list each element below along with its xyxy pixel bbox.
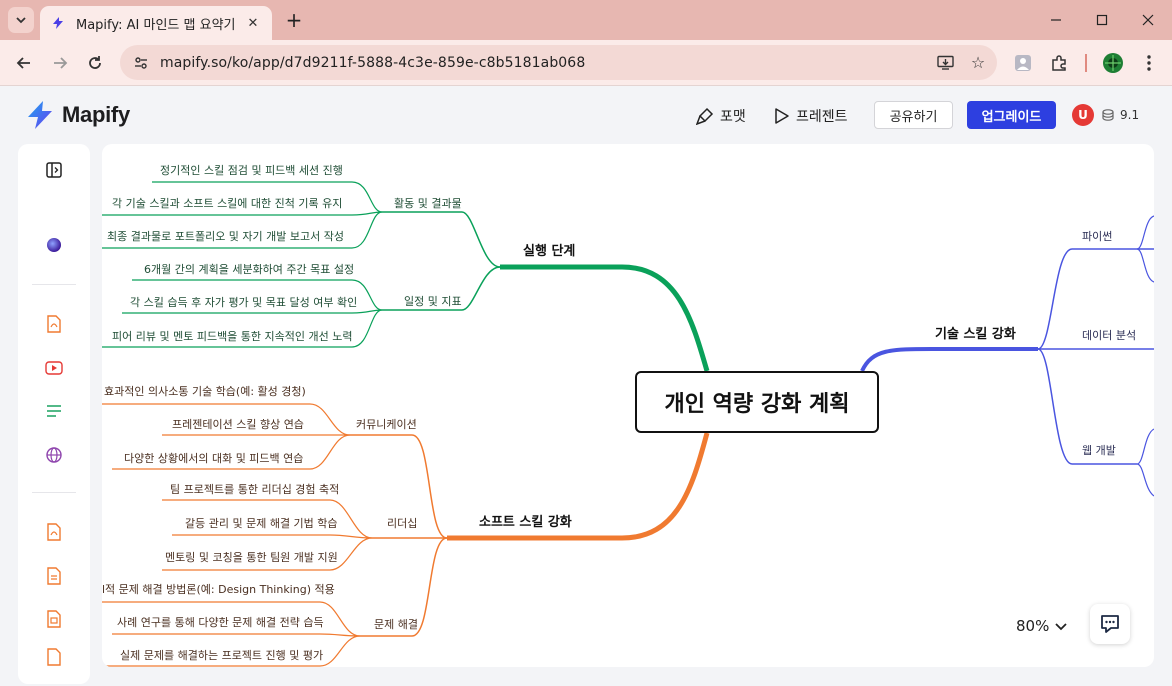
browser-tab-strip: Mapify: AI 마인드 맵 요약기 ✕ + [0, 0, 1172, 40]
leaf-node[interactable]: 피어 리뷰 및 멘토 피드백을 통한 지속적인 개선 노력 [112, 330, 353, 344]
present-button[interactable]: 프레젠트 [774, 102, 848, 130]
url-text: mapify.so/ko/app/d7d9211f-5888-4c3e-859e… [160, 54, 586, 71]
share-button[interactable]: 공유하기 [874, 101, 953, 129]
subbranch-node[interactable]: 커뮤니케이션 [356, 418, 417, 432]
brand-name: Mapify [62, 102, 130, 127]
chat-button[interactable] [1090, 604, 1130, 644]
extensions-puzzle-icon[interactable] [1045, 49, 1073, 77]
branch-node-tech[interactable]: 기술 스킬 강화 [935, 323, 1016, 342]
upgrade-button[interactable]: 업그레이드 [967, 101, 1056, 129]
branch-link-execution [500, 264, 710, 372]
format-button[interactable]: 포맷 [696, 102, 746, 130]
minimize-icon[interactable] [1033, 0, 1079, 40]
pdf-icon[interactable] [40, 518, 68, 546]
subbranch-node[interactable]: 일정 및 지표 [404, 295, 462, 309]
leaf-node[interactable]: 팀 프로젝트를 통한 리더십 경험 축적 [170, 483, 339, 497]
mindmap-canvas[interactable]: 정기적인 스킬 점검 및 피드백 세션 진행 각 기술 스킬과 소프트 스킬에 … [102, 144, 1154, 667]
reload-icon [89, 56, 101, 69]
play-icon [775, 108, 789, 124]
leaf-node[interactable]: 사례 연구를 통해 다양한 문제 해결 전략 습득 [117, 616, 324, 630]
central-topic[interactable]: 개인 역량 강화 계획 [635, 371, 879, 433]
presentation-icon[interactable] [40, 605, 68, 633]
tab-title: Mapify: AI 마인드 맵 요약기 [76, 17, 236, 33]
paint-brush-icon [696, 107, 714, 125]
subbranch-node[interactable]: 활동 및 결과물 [394, 197, 462, 211]
mapify-logo[interactable]: Mapify [24, 99, 130, 131]
text-icon[interactable] [40, 397, 68, 425]
branch-node-soft[interactable]: 소프트 스킬 강화 [479, 511, 572, 530]
subbranch-node[interactable]: 리더십 [387, 517, 417, 531]
ai-orb-icon[interactable] [40, 231, 68, 259]
left-sidebar [18, 144, 90, 684]
chevron-down-icon [16, 17, 26, 24]
leaf-node[interactable]: 6개월 간의 계획을 세분화하여 주간 목표 설정 [144, 263, 354, 277]
mapify-bolt-icon [28, 101, 52, 129]
zoom-level: 80% [1016, 617, 1050, 635]
tab-search-button[interactable] [8, 7, 34, 33]
tab-close-icon[interactable]: ✕ [244, 14, 262, 32]
close-window-icon[interactable] [1125, 0, 1171, 40]
leaf-node[interactable]: 프레젠테이션 스킬 향상 연습 [172, 418, 304, 432]
leaf-node[interactable]: 최종 결과물로 포트폴리오 및 자기 개발 보고서 작성 [107, 230, 344, 244]
arrow-right-icon [54, 57, 68, 69]
user-credits-chip[interactable]: U 9.1 [1072, 101, 1139, 129]
subbranch-node[interactable]: 문제 해결 [374, 618, 418, 632]
back-button[interactable] [10, 49, 38, 77]
bookmark-star-icon[interactable]: ☆ [965, 50, 991, 76]
account-avatar-icon[interactable] [1099, 49, 1127, 77]
leaf-node[interactable]: 멘토링 및 코칭을 통한 팀원 개발 지원 [165, 551, 338, 565]
browser-toolbar: mapify.so/ko/app/d7d9211f-5888-4c3e-859e… [0, 40, 1172, 86]
forward-button[interactable] [46, 49, 74, 77]
branch-link-tech [860, 347, 1038, 372]
file-icon[interactable] [40, 648, 68, 666]
leaf-node[interactable]: 실제 문제를 해결하는 프로젝트 진행 및 평가 [120, 649, 323, 663]
mapify-favicon-icon [50, 15, 66, 31]
leaf-node[interactable]: 정기적인 스킬 점검 및 피드백 세션 진행 [160, 164, 343, 178]
sidebar-toggle-icon[interactable] [40, 156, 68, 184]
leaf-node[interactable]: l적 문제 해결 방법론(예: Design Thinking) 적용 [102, 583, 335, 597]
web-icon[interactable] [40, 441, 68, 469]
document-icon[interactable] [40, 562, 68, 590]
subbranch-node[interactable]: 파이썬 [1082, 230, 1112, 244]
mapify-app: Mapify 포맷 프레젠트 공유하기 업그레이드 U 9.1 정기적인 스킬 … [0, 86, 1172, 686]
browser-tab[interactable]: Mapify: AI 마인드 맵 요약기 ✕ [40, 6, 272, 40]
new-tab-button[interactable]: + [282, 8, 306, 32]
avatar: U [1072, 104, 1094, 126]
maximize-icon[interactable] [1079, 0, 1125, 40]
address-bar[interactable]: mapify.so/ko/app/d7d9211f-5888-4c3e-859e… [120, 45, 997, 80]
sidebar-divider [32, 492, 76, 493]
chevron-down-icon [1055, 623, 1067, 631]
leaf-node[interactable]: 다양한 상황에서의 대화 및 피드백 연습 [124, 452, 303, 466]
subbranch-node[interactable]: 데이터 분석 [1082, 329, 1136, 343]
credits-count: 9.1 [1120, 108, 1140, 122]
install-app-icon[interactable] [933, 50, 959, 76]
coin-stack-icon [1102, 109, 1114, 121]
format-label: 포맷 [720, 109, 746, 125]
toolbar-separator [1081, 49, 1091, 77]
leaf-node[interactable]: 각 기술 스킬과 소프트 스킬에 대한 진척 기록 유지 [112, 197, 342, 211]
profile-extension-icon[interactable] [1009, 49, 1037, 77]
site-info-icon[interactable] [128, 50, 154, 76]
youtube-icon[interactable] [40, 354, 68, 382]
browser-menu-icon[interactable] [1135, 49, 1163, 77]
zoom-control[interactable]: 80% [1016, 614, 1069, 638]
pdf-icon[interactable] [40, 310, 68, 338]
chat-bubble-icon [1101, 615, 1119, 633]
subbranch-node[interactable]: 웹 개발 [1082, 444, 1116, 458]
sidebar-divider [32, 284, 76, 285]
branch-node-execution[interactable]: 실행 단계 [523, 240, 575, 259]
present-label: 프레젠트 [796, 109, 848, 125]
reload-button[interactable] [81, 49, 109, 77]
leaf-node[interactable]: 각 스킬 습득 후 자가 평가 및 목표 달성 여부 확인 [130, 296, 357, 310]
leaf-node[interactable]: 갈등 관리 및 문제 해결 기법 학습 [185, 517, 338, 531]
arrow-left-icon [16, 57, 30, 69]
leaf-node[interactable]: 효과적인 의사소통 기술 학습(예: 활성 경청) [104, 385, 306, 399]
